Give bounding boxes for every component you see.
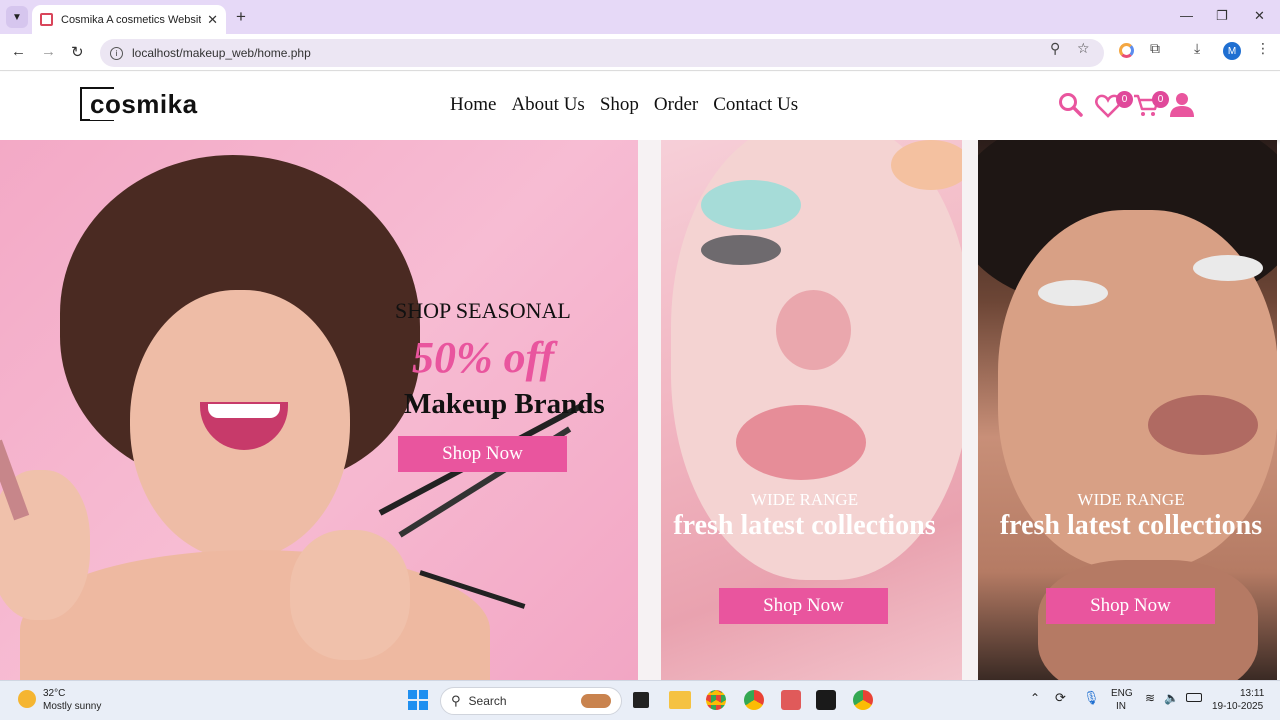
card2-headline: fresh latest collections bbox=[673, 510, 936, 541]
model-lips bbox=[736, 405, 866, 480]
nav-about-us[interactable]: About Us bbox=[511, 94, 584, 116]
close-window-icon[interactable]: ✕ bbox=[1254, 8, 1265, 24]
download-icon[interactable]: ⤓ bbox=[1194, 40, 1200, 57]
microphone-icon[interactable]: 🎙 bbox=[1083, 690, 1100, 706]
recorder-icon[interactable] bbox=[816, 690, 836, 710]
task-view-icon[interactable] bbox=[633, 692, 649, 708]
minimize-icon[interactable]: — bbox=[1180, 8, 1193, 23]
site-header: cosmika Home About Us Shop Order Contact… bbox=[0, 72, 1280, 140]
back-icon[interactable]: ← bbox=[11, 43, 26, 60]
model-eye-left bbox=[1038, 280, 1108, 306]
file-explorer-icon[interactable] bbox=[669, 691, 691, 709]
chrome-profile-icon[interactable] bbox=[744, 690, 764, 710]
reload-icon[interactable]: ↻ bbox=[71, 43, 84, 61]
forward-icon[interactable]: → bbox=[41, 43, 56, 60]
nav-home[interactable]: Home bbox=[450, 94, 496, 116]
bookmark-star-icon[interactable]: ☆ bbox=[1077, 40, 1090, 57]
cart-count-badge: 0 bbox=[1152, 91, 1169, 108]
card2-kicker: WIDE RANGE bbox=[750, 490, 859, 509]
site-logo[interactable]: cosmika bbox=[80, 87, 200, 121]
browser-tab[interactable]: Cosmika A cosmetics Website T ✕ bbox=[32, 5, 226, 34]
card3-kicker: WIDE RANGE bbox=[1077, 490, 1185, 509]
chrome-icon[interactable] bbox=[706, 690, 726, 710]
model-lips bbox=[1148, 395, 1258, 455]
profile-avatar[interactable]: M bbox=[1223, 42, 1241, 60]
site-favicon-icon bbox=[40, 13, 53, 26]
search-icon[interactable] bbox=[1058, 92, 1084, 118]
zoom-icon[interactable]: ⚲ bbox=[1050, 40, 1060, 57]
search-highlight-icon bbox=[581, 694, 611, 708]
hero-shop-now-button[interactable]: Shop Now bbox=[398, 436, 567, 472]
url-text: localhost/makeup_web/home.php bbox=[132, 46, 311, 60]
search-icon: ⚲ bbox=[451, 693, 461, 708]
maximize-icon[interactable]: ❐ bbox=[1216, 8, 1228, 24]
eyeshadow bbox=[701, 180, 801, 230]
extension-icon[interactable] bbox=[1119, 43, 1134, 58]
battery-icon[interactable] bbox=[1186, 693, 1202, 702]
divider-strip bbox=[962, 140, 978, 680]
sync-icon[interactable]: ⟳ bbox=[1055, 690, 1066, 706]
taskbar-search[interactable]: ⚲ Search bbox=[440, 687, 622, 715]
chrome-alt-profile-icon[interactable] bbox=[853, 690, 873, 710]
nav-shop[interactable]: Shop bbox=[600, 94, 639, 116]
model-teeth bbox=[208, 404, 280, 418]
tab-title: Cosmika A cosmetics Website T bbox=[61, 13, 202, 26]
weather-sun-icon[interactable] bbox=[18, 690, 36, 708]
new-tab-icon[interactable]: + bbox=[236, 7, 246, 27]
petal bbox=[891, 140, 962, 190]
main-nav: Home About Us Shop Order Contact Us bbox=[450, 94, 798, 116]
hero-offer: 50% off bbox=[412, 333, 555, 382]
weather-desc[interactable]: Mostly sunny bbox=[43, 701, 101, 712]
hero-card-2: WIDE RANGE fresh latest collections Shop… bbox=[661, 140, 962, 680]
model-eye bbox=[701, 235, 781, 265]
clock-date[interactable]: 19-10-2025 bbox=[1212, 701, 1263, 712]
wifi-icon[interactable]: ≋ bbox=[1145, 691, 1155, 705]
wishlist-count-badge: 0 bbox=[1116, 91, 1133, 108]
clock-time[interactable]: 13:11 bbox=[1240, 688, 1264, 699]
xampp-icon[interactable] bbox=[781, 690, 801, 710]
language-bottom[interactable]: IN bbox=[1116, 701, 1126, 712]
logo-text: cosmika bbox=[90, 88, 200, 120]
volume-icon[interactable]: 🔈 bbox=[1164, 691, 1179, 705]
hero-main-banner: SHOP SEASONAL 50% off Makeup Brands Shop… bbox=[0, 140, 638, 680]
browser-toolbar: ← → ↻ i localhost/makeup_web/home.php ⚲ … bbox=[0, 34, 1280, 71]
card3-headline: fresh latest collections bbox=[999, 510, 1263, 541]
weather-temp[interactable]: 32°C bbox=[43, 688, 65, 699]
taskbar-search-placeholder: Search bbox=[468, 694, 507, 708]
model-eye-right bbox=[1193, 255, 1263, 281]
browser-menu-icon[interactable]: ⋮ bbox=[1256, 40, 1270, 57]
site-info-icon[interactable]: i bbox=[110, 46, 123, 60]
extensions-puzzle-icon[interactable]: ⧉ bbox=[1150, 40, 1160, 57]
model-hand bbox=[290, 530, 410, 660]
hero-headline: Makeup Brands bbox=[404, 388, 605, 420]
nav-order[interactable]: Order bbox=[654, 94, 698, 116]
tray-chevron-up-icon[interactable]: ⌃ bbox=[1030, 691, 1040, 705]
os-taskbar: 32°C Mostly sunny ⚲ Search ⌃ ⟳ 🎙 ENG IN … bbox=[0, 680, 1280, 720]
address-bar[interactable]: i localhost/makeup_web/home.php bbox=[100, 39, 1104, 67]
user-account-icon[interactable] bbox=[1169, 92, 1195, 118]
browser-tab-bar: ▼ Cosmika A cosmetics Website T ✕ + — ❐ … bbox=[0, 0, 1280, 34]
hero-card-3: WIDE RANGE fresh latest collections Shop… bbox=[978, 140, 1277, 680]
close-tab-icon[interactable]: ✕ bbox=[207, 12, 218, 28]
divider-strip bbox=[638, 140, 661, 680]
windows-start-icon[interactable] bbox=[408, 690, 428, 710]
language-top[interactable]: ENG bbox=[1111, 688, 1133, 699]
card3-shop-now-button[interactable]: Shop Now bbox=[1046, 588, 1215, 624]
nav-contact-us[interactable]: Contact Us bbox=[713, 94, 798, 116]
model-nose bbox=[776, 290, 851, 370]
card2-shop-now-button[interactable]: Shop Now bbox=[719, 588, 888, 624]
model-body bbox=[20, 550, 490, 680]
tab-list-button[interactable]: ▼ bbox=[6, 6, 28, 28]
hero-kicker: SHOP SEASONAL bbox=[395, 298, 571, 323]
